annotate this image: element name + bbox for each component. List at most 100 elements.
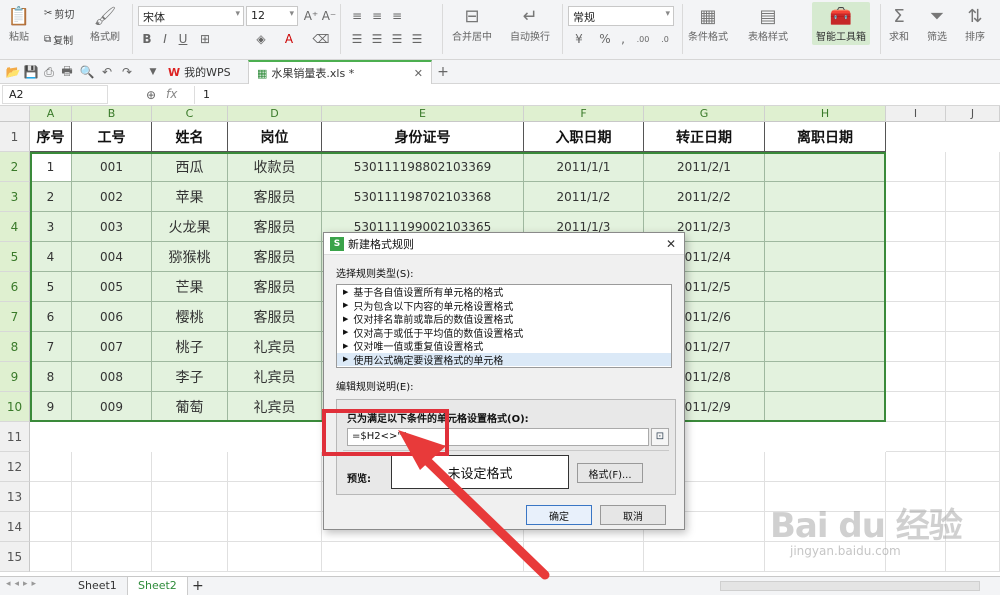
conditional-format-button[interactable]: ▦ 条件格式 [688, 4, 728, 44]
close-icon[interactable]: ✕ [666, 237, 676, 251]
italic-icon[interactable]: I [156, 30, 174, 48]
paste-button[interactable]: 📋 粘贴 [6, 4, 32, 44]
rule-type-item[interactable]: ▶ 仅对唯一值或重复值设置格式 [337, 339, 671, 354]
row-header[interactable]: 15 [0, 542, 30, 572]
empty-cell[interactable] [152, 542, 228, 572]
wrap-text-button[interactable]: ↵ 自动换行 [510, 4, 550, 44]
filter-button[interactable]: ⏷ 筛选 [924, 4, 950, 44]
font-size-select[interactable]: 12 [246, 6, 298, 26]
row-header[interactable]: 8 [0, 332, 30, 362]
empty-cell[interactable] [946, 392, 1000, 422]
align-right-icon[interactable]: ☰ [388, 30, 406, 48]
row-header[interactable]: 4 [0, 212, 30, 242]
empty-cell[interactable] [946, 362, 1000, 392]
column-header[interactable]: D [228, 106, 322, 122]
empty-cell[interactable] [946, 452, 1000, 482]
font-shrink-icon[interactable]: A⁻ [320, 7, 338, 25]
empty-cell[interactable] [228, 512, 322, 542]
column-header[interactable]: B [72, 106, 152, 122]
empty-cell[interactable] [30, 512, 72, 542]
row-header[interactable]: 14 [0, 512, 30, 542]
cancel-button[interactable]: 取消 [600, 505, 666, 525]
format-painter-button[interactable]: 🖌 格式刷 [90, 4, 120, 44]
row-header[interactable]: 11 [0, 422, 30, 452]
empty-cell[interactable] [30, 542, 72, 572]
rule-type-item[interactable]: ▶ 仅对高于或低于平均值的数值设置格式 [337, 326, 671, 340]
table-header-cell[interactable]: 序号 [30, 122, 72, 152]
empty-cell[interactable] [886, 272, 946, 302]
font-color-icon[interactable]: A [280, 30, 298, 48]
row-header[interactable]: 2 [0, 152, 30, 182]
rule-type-item[interactable]: ▶ 只为包含以下内容的单元格设置格式 [337, 299, 671, 313]
font-grow-icon[interactable]: A⁺ [302, 7, 320, 25]
fx-label[interactable]: fx [166, 87, 177, 101]
name-box[interactable]: A2 [2, 85, 108, 104]
empty-cell[interactable] [72, 542, 152, 572]
align-center-icon[interactable]: ☰ [368, 30, 386, 48]
open-icon[interactable]: 📂 [4, 63, 22, 81]
empty-cell[interactable] [946, 182, 1000, 212]
undo-icon[interactable]: ↶ [98, 63, 116, 81]
rule-type-item[interactable]: ▶ 仅对排名靠前或靠后的数值设置格式 [337, 312, 671, 327]
empty-cell[interactable] [524, 542, 644, 572]
align-left-icon[interactable]: ☰ [348, 30, 366, 48]
table-header-cell[interactable]: 岗位 [228, 122, 322, 152]
table-header-cell[interactable]: 姓名 [152, 122, 228, 152]
empty-cell[interactable] [946, 272, 1000, 302]
border-icon[interactable]: ⊞ [196, 30, 214, 48]
empty-cell[interactable] [886, 362, 946, 392]
empty-cell[interactable] [946, 422, 1000, 452]
empty-cell[interactable] [946, 302, 1000, 332]
empty-cell[interactable] [765, 452, 886, 482]
smart-toolbox-button[interactable]: 🧰 智能工具箱 [812, 2, 870, 45]
empty-cell[interactable] [322, 542, 524, 572]
zoom-icon[interactable]: ⊕ [142, 86, 160, 104]
row-header[interactable]: 1 [0, 122, 30, 152]
copy-button[interactable]: ⧉ 复制 [44, 32, 73, 47]
row-header[interactable]: 9 [0, 362, 30, 392]
table-header-cell[interactable]: 离职日期 [765, 122, 886, 152]
percent-icon[interactable]: % [596, 30, 614, 48]
decrease-decimal-icon[interactable]: .0 [656, 30, 674, 48]
empty-cell[interactable] [72, 452, 152, 482]
merge-center-button[interactable]: ⊟ 合并居中 [452, 4, 492, 44]
row-header[interactable]: 7 [0, 302, 30, 332]
empty-cell[interactable] [228, 452, 322, 482]
bold-icon[interactable]: B [138, 30, 156, 48]
close-icon[interactable]: ✕ [414, 67, 423, 80]
save-icon[interactable]: 💾 [22, 63, 40, 81]
align-middle-icon[interactable]: ≡ [368, 7, 386, 25]
sheet-tab-1[interactable]: Sheet1 [68, 577, 128, 595]
empty-cell[interactable] [886, 212, 946, 242]
align-top-icon[interactable]: ≡ [348, 7, 366, 25]
empty-cell[interactable] [946, 332, 1000, 362]
new-tab-icon[interactable]: + [434, 63, 452, 81]
print-icon[interactable]: 🖶 [58, 63, 76, 81]
empty-cell[interactable] [72, 512, 152, 542]
empty-cell[interactable] [886, 182, 946, 212]
cut-button[interactable]: ✂ 剪切 [44, 6, 74, 21]
formula-input[interactable]: 1 [194, 86, 994, 104]
rule-type-list[interactable]: ▶ 基于各自值设置所有单元格的格式 ▶ 只为包含以下内容的单元格设置格式 ▶ 仅对排名靠前… [336, 284, 672, 368]
row-header[interactable]: 3 [0, 182, 30, 212]
empty-cell[interactable] [228, 482, 322, 512]
column-header[interactable]: C [152, 106, 228, 122]
column-header[interactable]: G [644, 106, 765, 122]
empty-cell[interactable] [30, 482, 72, 512]
ok-button[interactable]: 确定 [526, 505, 592, 525]
empty-cell[interactable] [886, 392, 946, 422]
column-header[interactable]: J [946, 106, 1000, 122]
empty-cell[interactable] [946, 152, 1000, 182]
sum-button[interactable]: Σ 求和 [886, 4, 912, 44]
column-header[interactable]: F [524, 106, 644, 122]
export-icon[interactable]: ⎙ [40, 63, 58, 81]
horizontal-scrollbar[interactable] [720, 581, 980, 591]
column-header[interactable]: I [886, 106, 946, 122]
underline-icon[interactable]: U [174, 30, 192, 48]
empty-cell[interactable] [886, 152, 946, 182]
row-header[interactable]: 13 [0, 482, 30, 512]
empty-cell[interactable] [946, 212, 1000, 242]
table-style-button[interactable]: ▤ 表格样式 [748, 4, 788, 44]
empty-cell[interactable] [152, 452, 228, 482]
tab-file[interactable]: ▦ 水果销量表.xls * ✕ [248, 60, 432, 84]
